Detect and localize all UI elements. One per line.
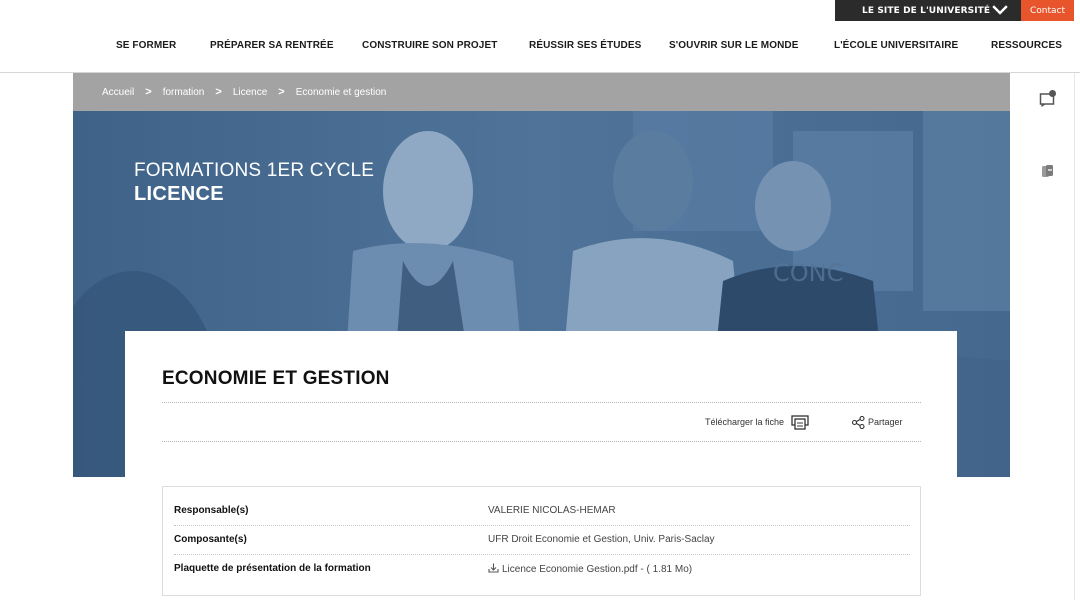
- books-icon[interactable]: [1040, 163, 1056, 179]
- breadcrumb-item-licence[interactable]: Licence: [233, 87, 267, 98]
- contact-label: Contact: [1029, 5, 1065, 16]
- top-strip: LE SITE DE L'UNIVERSITÉ Contact: [0, 0, 1080, 21]
- nav-item-se-former[interactable]: SE FORMER: [116, 40, 176, 51]
- content-card: [125, 331, 957, 477]
- info-label: Responsable(s): [174, 505, 249, 516]
- brochure-download-link[interactable]: Licence Economie Gestion.pdf - ( 1.81 Mo…: [488, 563, 692, 575]
- program-info-box: Responsable(s) VALERIE NICOLAS-HEMAR Com…: [162, 486, 921, 596]
- info-value: VALERIE NICOLAS-HEMAR: [488, 505, 616, 516]
- info-row-responsables: Responsable(s) VALERIE NICOLAS-HEMAR: [174, 497, 910, 526]
- breadcrumb-separator: >: [145, 86, 152, 98]
- download-sheet-label: Télécharger la fiche: [705, 417, 785, 427]
- svg-text:CONC: CONC: [773, 259, 843, 287]
- page-right-border: [1074, 73, 1075, 600]
- nav-item-reussir-ses-etudes[interactable]: RÉUSSIR SES ÉTUDES: [529, 40, 641, 51]
- hero-title: LICENCE: [134, 183, 224, 205]
- nav-item-ecole-universitaire[interactable]: L'ÉCOLE UNIVERSITAIRE: [834, 40, 958, 51]
- chat-bubble-icon[interactable]: [1039, 89, 1057, 107]
- breadcrumb-item-accueil[interactable]: Accueil: [102, 87, 134, 98]
- program-title: ECONOMIE ET GESTION: [162, 368, 390, 389]
- info-row-plaquette: Plaquette de présentation de la formatio…: [174, 555, 910, 584]
- breadcrumb-item-formation[interactable]: formation: [163, 87, 205, 98]
- nav-item-souvrir-sur-le-monde[interactable]: S'OUVRIR SUR LE MONDE: [669, 40, 799, 51]
- university-site-label: LE SITE DE L'UNIVERSITÉ: [862, 5, 991, 16]
- info-row-composantes: Composante(s) UFR Droit Economie et Gest…: [174, 526, 910, 555]
- share-icon: [852, 415, 865, 429]
- info-label: Plaquette de présentation de la formatio…: [174, 563, 371, 574]
- share-label: Partager: [868, 417, 903, 427]
- download-sheet-button[interactable]: Télécharger la fiche: [705, 412, 809, 432]
- breadcrumb-separator: >: [278, 86, 285, 98]
- print-icon: [791, 414, 809, 430]
- breadcrumb-separator: >: [215, 86, 222, 98]
- chevron-down-icon[interactable]: [992, 3, 1008, 17]
- contact-button[interactable]: Contact: [1021, 0, 1074, 21]
- share-button[interactable]: Partager: [852, 412, 903, 432]
- info-value: UFR Droit Economie et Gestion, Univ. Par…: [488, 534, 715, 545]
- nav-item-ressources[interactable]: RESSOURCES: [991, 40, 1062, 51]
- download-tray-icon: [488, 563, 499, 573]
- breadcrumb: Accueil > formation > Licence > Economie…: [73, 73, 1010, 111]
- breadcrumb-item-current: Economie et gestion: [295, 86, 387, 98]
- actions-divider: [162, 441, 921, 442]
- title-divider: [162, 402, 921, 403]
- nav-item-construire-son-projet[interactable]: CONSTRUIRE SON PROJET: [362, 40, 497, 51]
- hero-kicker: FORMATIONS 1ER CYCLE: [134, 160, 375, 181]
- brochure-file-label: Licence Economie Gestion.pdf - ( 1.81 Mo…: [502, 564, 693, 575]
- info-label: Composante(s): [174, 534, 247, 545]
- nav-item-preparer-sa-rentree[interactable]: PRÉPARER SA RENTRÉE: [210, 40, 334, 51]
- main-navigation: SE FORMER PRÉPARER SA RENTRÉE CONSTRUIRE…: [0, 40, 1080, 62]
